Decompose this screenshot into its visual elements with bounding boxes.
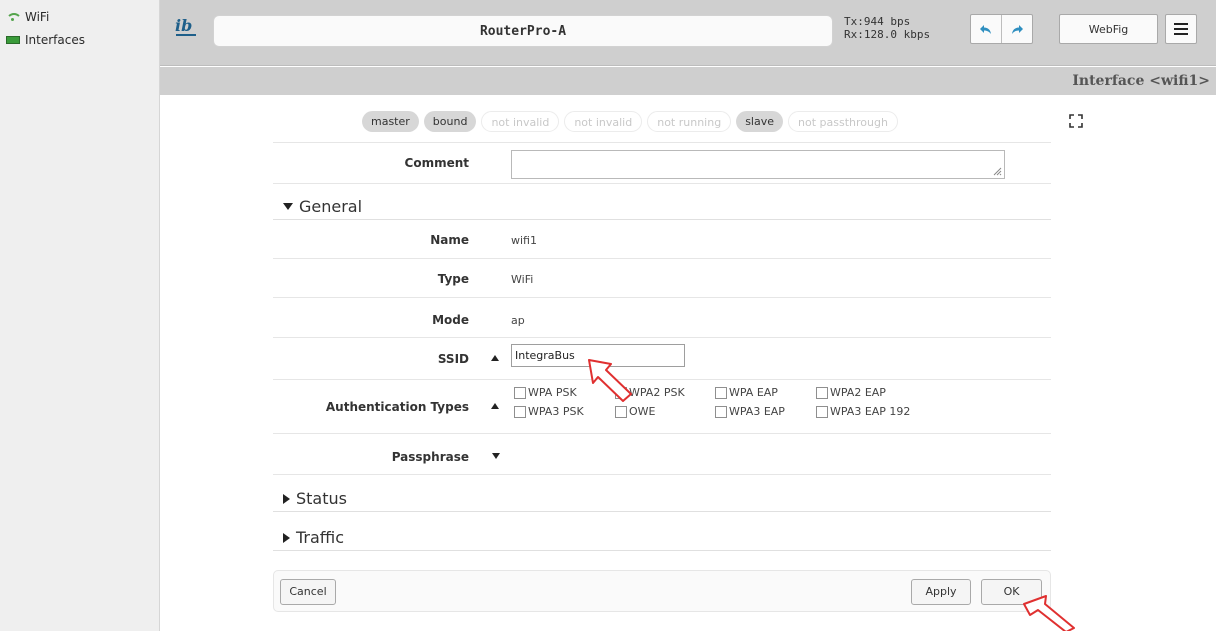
checkbox-owe[interactable]: OWE — [615, 405, 656, 418]
passphrase-label: Passphrase — [391, 450, 469, 464]
svg-text:ib: ib — [175, 16, 192, 35]
flag-master: master — [362, 111, 419, 132]
type-row: Type WiFi — [273, 259, 1051, 298]
checkbox-label: WPA EAP — [729, 386, 778, 399]
webfig-mode-button[interactable]: WebFig — [1059, 14, 1158, 44]
checkbox-wpa2-eap[interactable]: WPA2 EAP — [816, 386, 886, 399]
passphrase-row: Passphrase — [273, 434, 1051, 475]
checkbox-label: WPA PSK — [528, 386, 577, 399]
cancel-button[interactable]: Cancel — [280, 579, 336, 605]
checkbox-wpa3-eap-192[interactable]: WPA3 EAP 192 — [816, 405, 910, 418]
sidebar: WiFi Interfaces — [0, 0, 160, 631]
sidebar-item-interfaces[interactable]: Interfaces — [6, 31, 85, 49]
interfaces-icon — [6, 36, 20, 44]
checkbox-wpa3-psk[interactable]: WPA3 PSK — [514, 405, 584, 418]
flag-not-invalid: not invalid — [564, 111, 643, 132]
expand-icon — [283, 493, 290, 504]
checkbox-label: WPA3 PSK — [528, 405, 584, 418]
checkbox-label: WPA3 EAP — [729, 405, 785, 418]
main-menu-button[interactable] — [1165, 14, 1197, 44]
ssid-input[interactable]: IntegraBus — [511, 344, 685, 367]
checkbox-label: WPA2 PSK — [629, 386, 685, 399]
ssid-row: SSID IntegraBus — [273, 338, 1051, 380]
apply-button[interactable]: Apply — [911, 579, 971, 605]
rx-rate: Rx:128.0 kbps — [844, 28, 931, 41]
traffic-stats: Tx:944 bps Rx:128.0 kbps — [844, 15, 930, 41]
wifi-icon — [6, 12, 22, 22]
header-bar: ib RouterPro-A Tx:944 bps Rx:128.0 kbps … — [160, 0, 1216, 66]
comment-row: Comment — [273, 142, 1051, 184]
collapse-ssid-icon[interactable] — [491, 355, 499, 361]
section-title: Traffic — [296, 528, 345, 547]
collapse-auth-icon[interactable] — [491, 403, 499, 409]
comment-textarea[interactable] — [511, 150, 1005, 179]
flag-not-passthrough: not passthrough — [788, 111, 898, 132]
mode-label: Mode — [432, 313, 469, 327]
webfig-window: WiFi Interfaces ib RouterPro-A Tx:944 bp… — [0, 0, 1216, 631]
undo-redo-group — [970, 14, 1033, 44]
section-title: General — [299, 197, 363, 216]
mode-value: ap — [511, 314, 525, 327]
status-flags: master bound not invalid not invalid not… — [362, 111, 898, 133]
sidebar-item-label: WiFi — [25, 10, 50, 24]
checkbox-wpa-psk[interactable]: WPA PSK — [514, 386, 577, 399]
name-row: Name wifi1 — [273, 220, 1051, 259]
name-label: Name — [430, 233, 469, 247]
checkbox-label: WPA2 EAP — [830, 386, 886, 399]
undo-button[interactable] — [971, 15, 1001, 43]
undo-icon — [980, 25, 991, 34]
checkbox-wpa2-psk[interactable]: WPA2 PSK — [615, 386, 685, 399]
section-status-header[interactable]: Status — [283, 489, 347, 508]
type-value: WiFi — [511, 273, 534, 286]
flag-not-invalid: not invalid — [481, 111, 560, 132]
mode-row: Mode ap — [273, 298, 1051, 338]
name-value: wifi1 — [511, 234, 537, 247]
form-footer: Cancel Apply OK — [273, 570, 1051, 612]
divider — [273, 511, 1051, 512]
device-name: RouterPro-A — [213, 15, 833, 47]
section-title: Status — [296, 489, 347, 508]
fullscreen-icon[interactable] — [1069, 114, 1083, 128]
redo-button[interactable] — [1001, 15, 1032, 43]
resize-handle-icon[interactable] — [992, 166, 1002, 176]
expand-passphrase-icon[interactable] — [492, 453, 500, 459]
checkbox-label: WPA3 EAP 192 — [830, 405, 911, 418]
flag-not-running: not running — [647, 111, 732, 132]
checkbox-wpa3-eap[interactable]: WPA3 EAP — [715, 405, 785, 418]
section-traffic-header[interactable]: Traffic — [283, 528, 344, 547]
ssid-label: SSID — [437, 352, 469, 366]
expand-icon — [283, 532, 290, 543]
ok-button[interactable]: OK — [981, 579, 1042, 605]
tx-rate: Tx:944 bps — [844, 15, 911, 28]
flag-bound: bound — [423, 111, 477, 132]
checkbox-label: OWE — [629, 405, 656, 418]
page-title: Interface <wifi1> — [160, 67, 1210, 95]
logo-icon: ib — [174, 14, 198, 38]
auth-types-label: Authentication Types — [325, 400, 469, 414]
auth-types-row: Authentication Types WPA PSK WPA2 PSK WP… — [273, 380, 1051, 434]
auth-types-checkboxes: WPA PSK WPA2 PSK WPA EAP WPA2 EAP WPA3 P… — [514, 386, 954, 426]
flag-slave: slave — [736, 111, 783, 132]
collapse-icon — [283, 203, 293, 210]
section-general-header[interactable]: General — [283, 197, 362, 216]
checkbox-wpa-eap[interactable]: WPA EAP — [715, 386, 778, 399]
type-label: Type — [437, 272, 469, 286]
comment-label: Comment — [404, 156, 469, 170]
sidebar-item-label: Interfaces — [25, 33, 85, 47]
redo-icon — [1012, 25, 1023, 34]
hamburger-menu-icon — [1174, 23, 1188, 35]
sidebar-item-wifi[interactable]: WiFi — [6, 8, 49, 26]
divider — [273, 550, 1051, 551]
